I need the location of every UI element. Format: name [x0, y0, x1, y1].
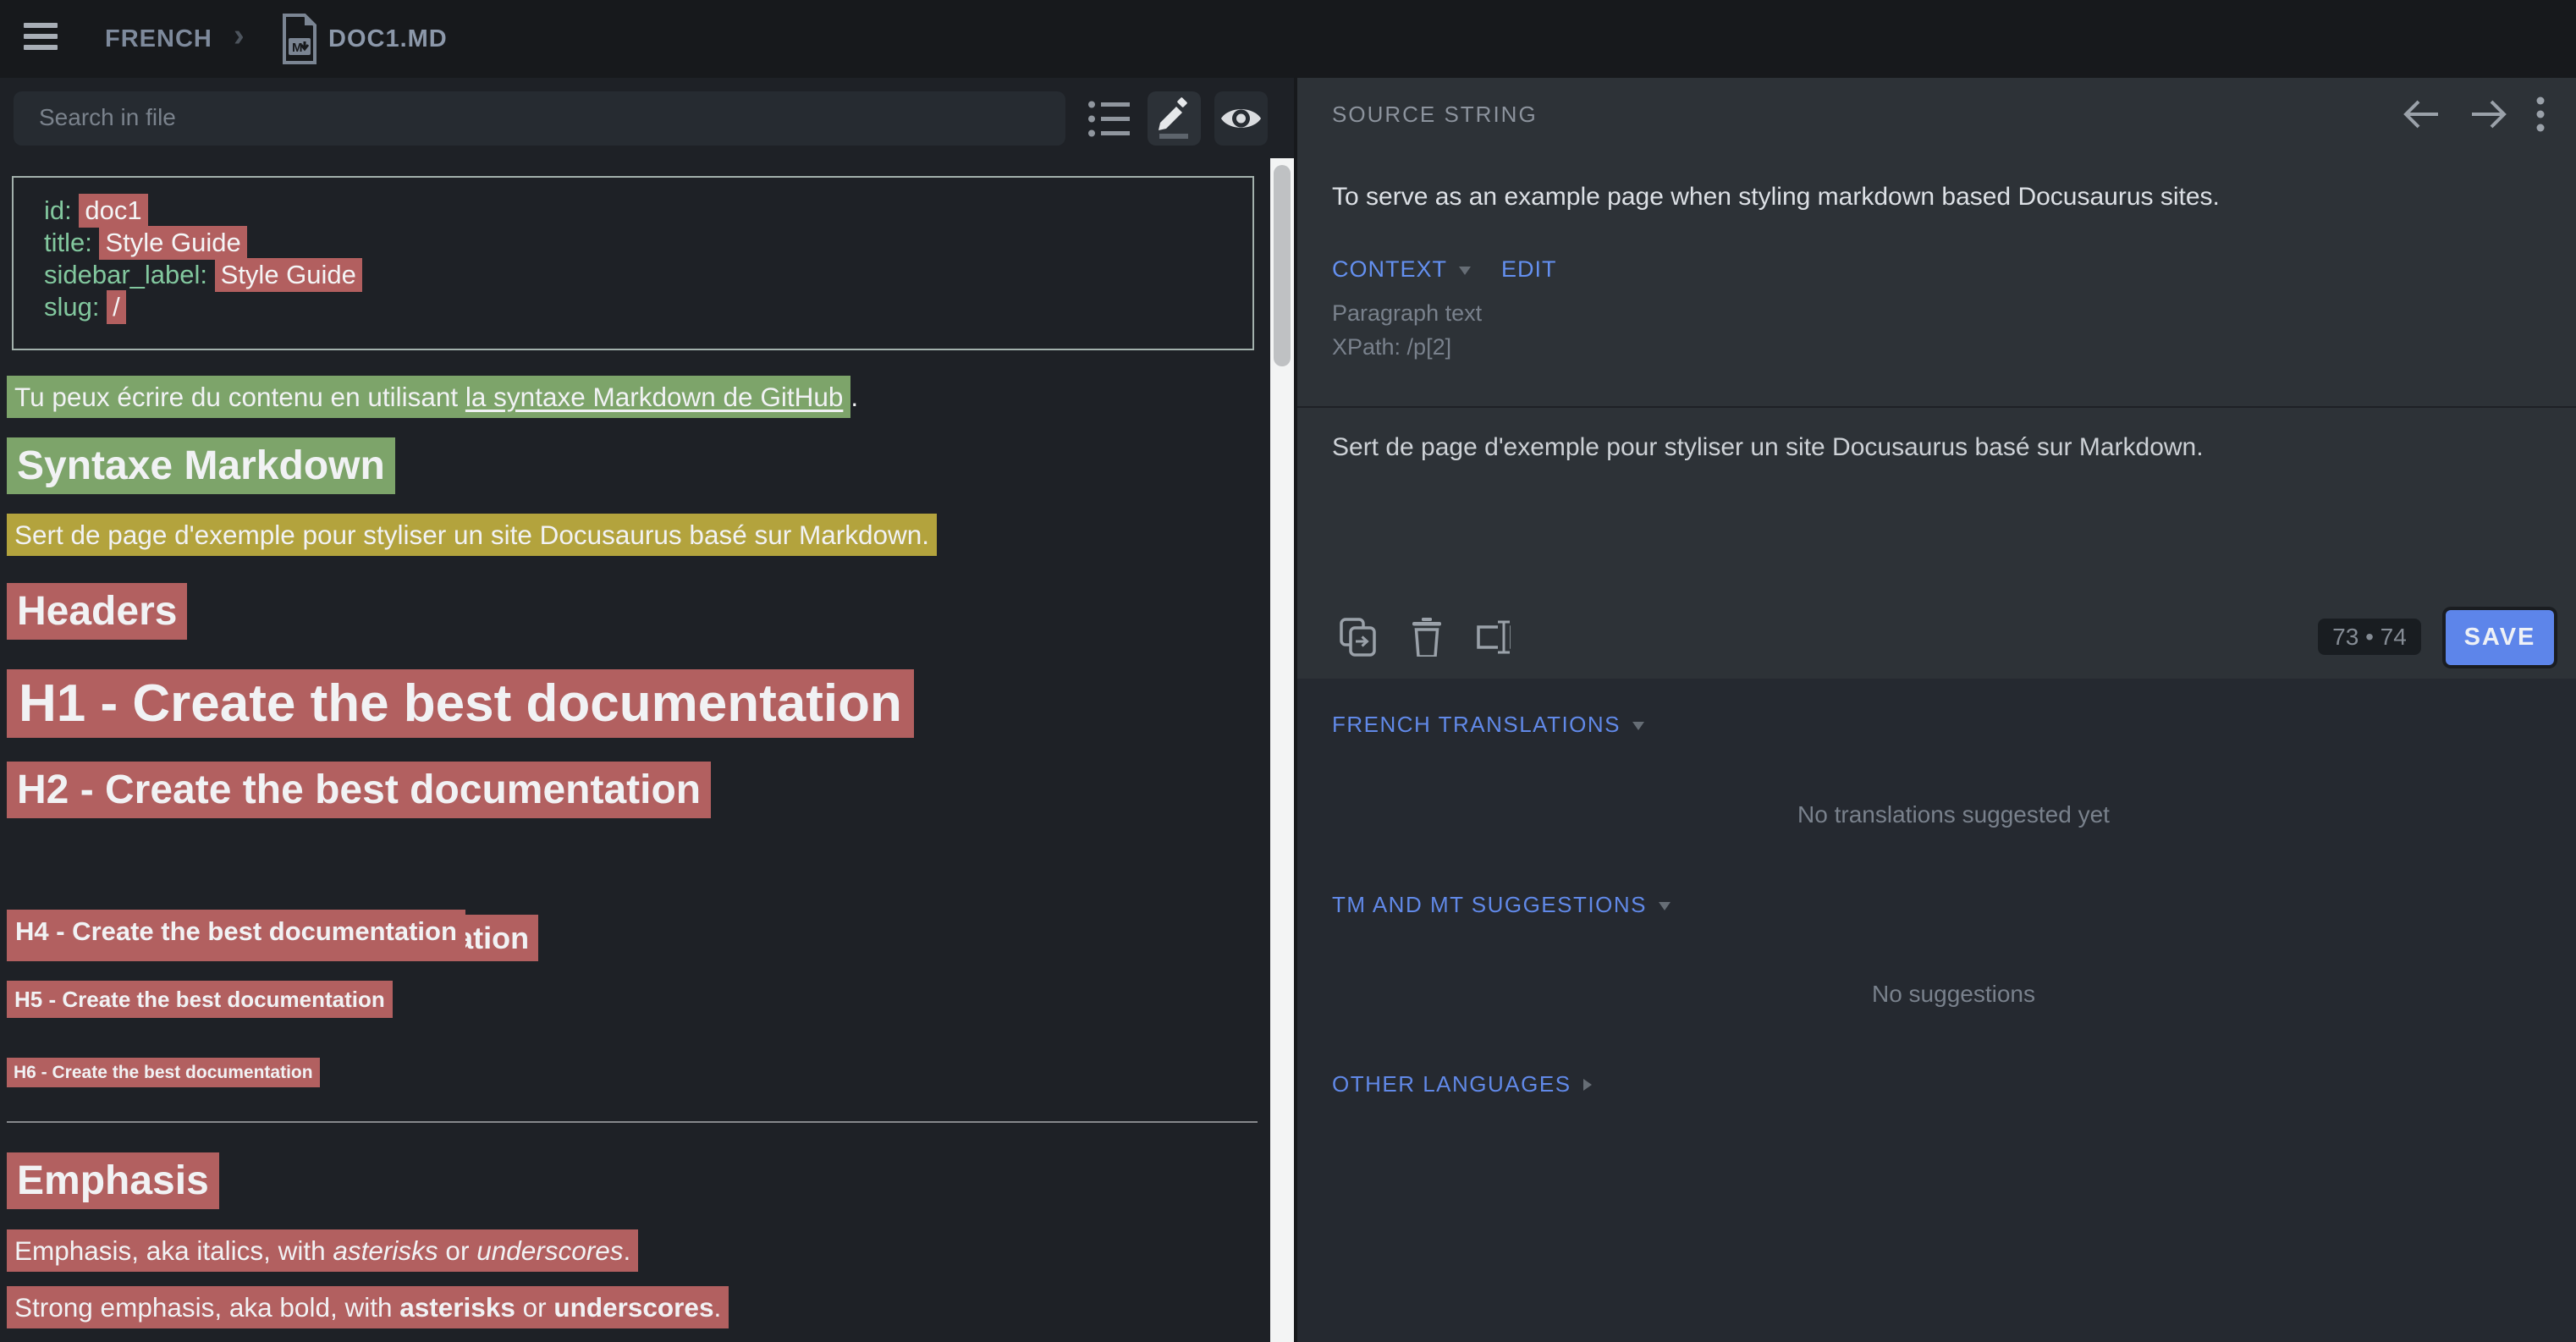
- frontmatter-line: sidebar_label: Style Guide: [44, 259, 1252, 291]
- scrollbar-thumb[interactable]: [1274, 165, 1291, 366]
- heading-h5[interactable]: H5 - Create the best documentation: [7, 987, 393, 1013]
- editor-section: SOURCE STRING To serve as an example pag…: [1297, 78, 2576, 679]
- translation-input[interactable]: Sert de page d'exemple pour styliser un …: [1332, 433, 2204, 462]
- document-content: id: doc1 title: Style Guide sidebar_labe…: [0, 78, 1270, 1342]
- heading-h6[interactable]: H6 - Create the best documentation: [7, 1063, 320, 1083]
- frontmatter-line: title: Style Guide: [44, 227, 1252, 259]
- frontmatter-line: id: doc1: [44, 195, 1252, 227]
- tm-suggestions-empty: No suggestions: [1314, 981, 2576, 1008]
- expand-icon: [1583, 1079, 1592, 1091]
- context-chevron-icon: [1459, 267, 1471, 275]
- context-type: Paragraph text: [1332, 300, 1482, 327]
- edit-context-button[interactable]: EDIT: [1501, 256, 1557, 282]
- menu-icon[interactable]: [24, 23, 58, 55]
- context-xpath: XPath: /p[2]: [1332, 334, 1451, 360]
- paragraph-translated[interactable]: Tu peux écrire du contenu en utilisant l…: [7, 382, 858, 413]
- app: FRENCH › M DOC1.MD Search in file: [0, 0, 2576, 1342]
- collapse-icon: [1632, 722, 1644, 730]
- heading-emphasis[interactable]: Emphasis: [7, 1158, 219, 1204]
- github-link: la syntaxe Markdown de GitHub: [465, 382, 843, 412]
- translation-panel: SOURCE STRING To serve as an example pag…: [1297, 78, 2576, 1342]
- scrollbar[interactable]: [1270, 158, 1294, 1342]
- horizontal-rule: [7, 1121, 1258, 1123]
- heading-h2[interactable]: H2 - Create the best documentation: [7, 767, 711, 813]
- character-counter: 73 • 74: [2318, 619, 2421, 655]
- paragraph-selected[interactable]: Sert de page d'exemple pour styliser un …: [7, 520, 937, 551]
- copy-source-icon[interactable]: [1340, 618, 1377, 657]
- next-string-icon[interactable]: [2468, 96, 2510, 133]
- french-translations-empty: No translations suggested yet: [1314, 801, 2576, 828]
- breadcrumb-chevron-icon: ›: [234, 17, 245, 54]
- paragraph-emphasis[interactable]: Emphasis, aka italics, with asterisks or…: [7, 1235, 638, 1267]
- breadcrumb-project[interactable]: FRENCH: [105, 24, 212, 54]
- svg-text:M: M: [292, 41, 303, 55]
- delete-translation-icon[interactable]: [1412, 618, 1441, 657]
- more-options-icon[interactable]: [2535, 95, 2546, 134]
- markdown-file-icon: M: [279, 14, 320, 64]
- other-languages-header[interactable]: OTHER LANGUAGES: [1332, 1071, 1592, 1097]
- paragraph-strong[interactable]: Strong emphasis, aka bold, with asterisk…: [7, 1292, 729, 1323]
- heading-headers[interactable]: Headers: [7, 588, 187, 635]
- source-string-label: SOURCE STRING: [1332, 102, 1538, 128]
- tm-suggestions-header[interactable]: TM AND MT SUGGESTIONS: [1332, 892, 1671, 917]
- french-translations-header[interactable]: FRENCH TRANSLATIONS: [1332, 712, 1644, 737]
- frontmatter-line: slug: /: [44, 291, 1252, 323]
- heading-syntaxe-markdown[interactable]: Syntaxe Markdown: [7, 443, 395, 489]
- heading-h1[interactable]: H1 - Create the best documentation: [7, 674, 914, 734]
- top-bar: FRENCH › M DOC1.MD: [0, 0, 2576, 78]
- collapse-icon: [1659, 902, 1671, 910]
- context-toggle[interactable]: CONTEXT: [1332, 256, 1447, 282]
- previous-string-icon[interactable]: [2400, 96, 2442, 133]
- heading-h4[interactable]: H4 - Create the best documentation: [7, 916, 465, 947]
- insert-character-icon[interactable]: [1477, 618, 1517, 657]
- breadcrumb-file[interactable]: DOC1.MD: [328, 24, 448, 54]
- document-panel: Search in file: [0, 78, 1270, 1342]
- editor-divider: [1297, 406, 2576, 408]
- frontmatter-block[interactable]: id: doc1 title: Style Guide sidebar_labe…: [12, 176, 1254, 350]
- source-text: To serve as an example page when styling…: [1332, 183, 2220, 212]
- save-button[interactable]: SAVE: [2446, 610, 2554, 665]
